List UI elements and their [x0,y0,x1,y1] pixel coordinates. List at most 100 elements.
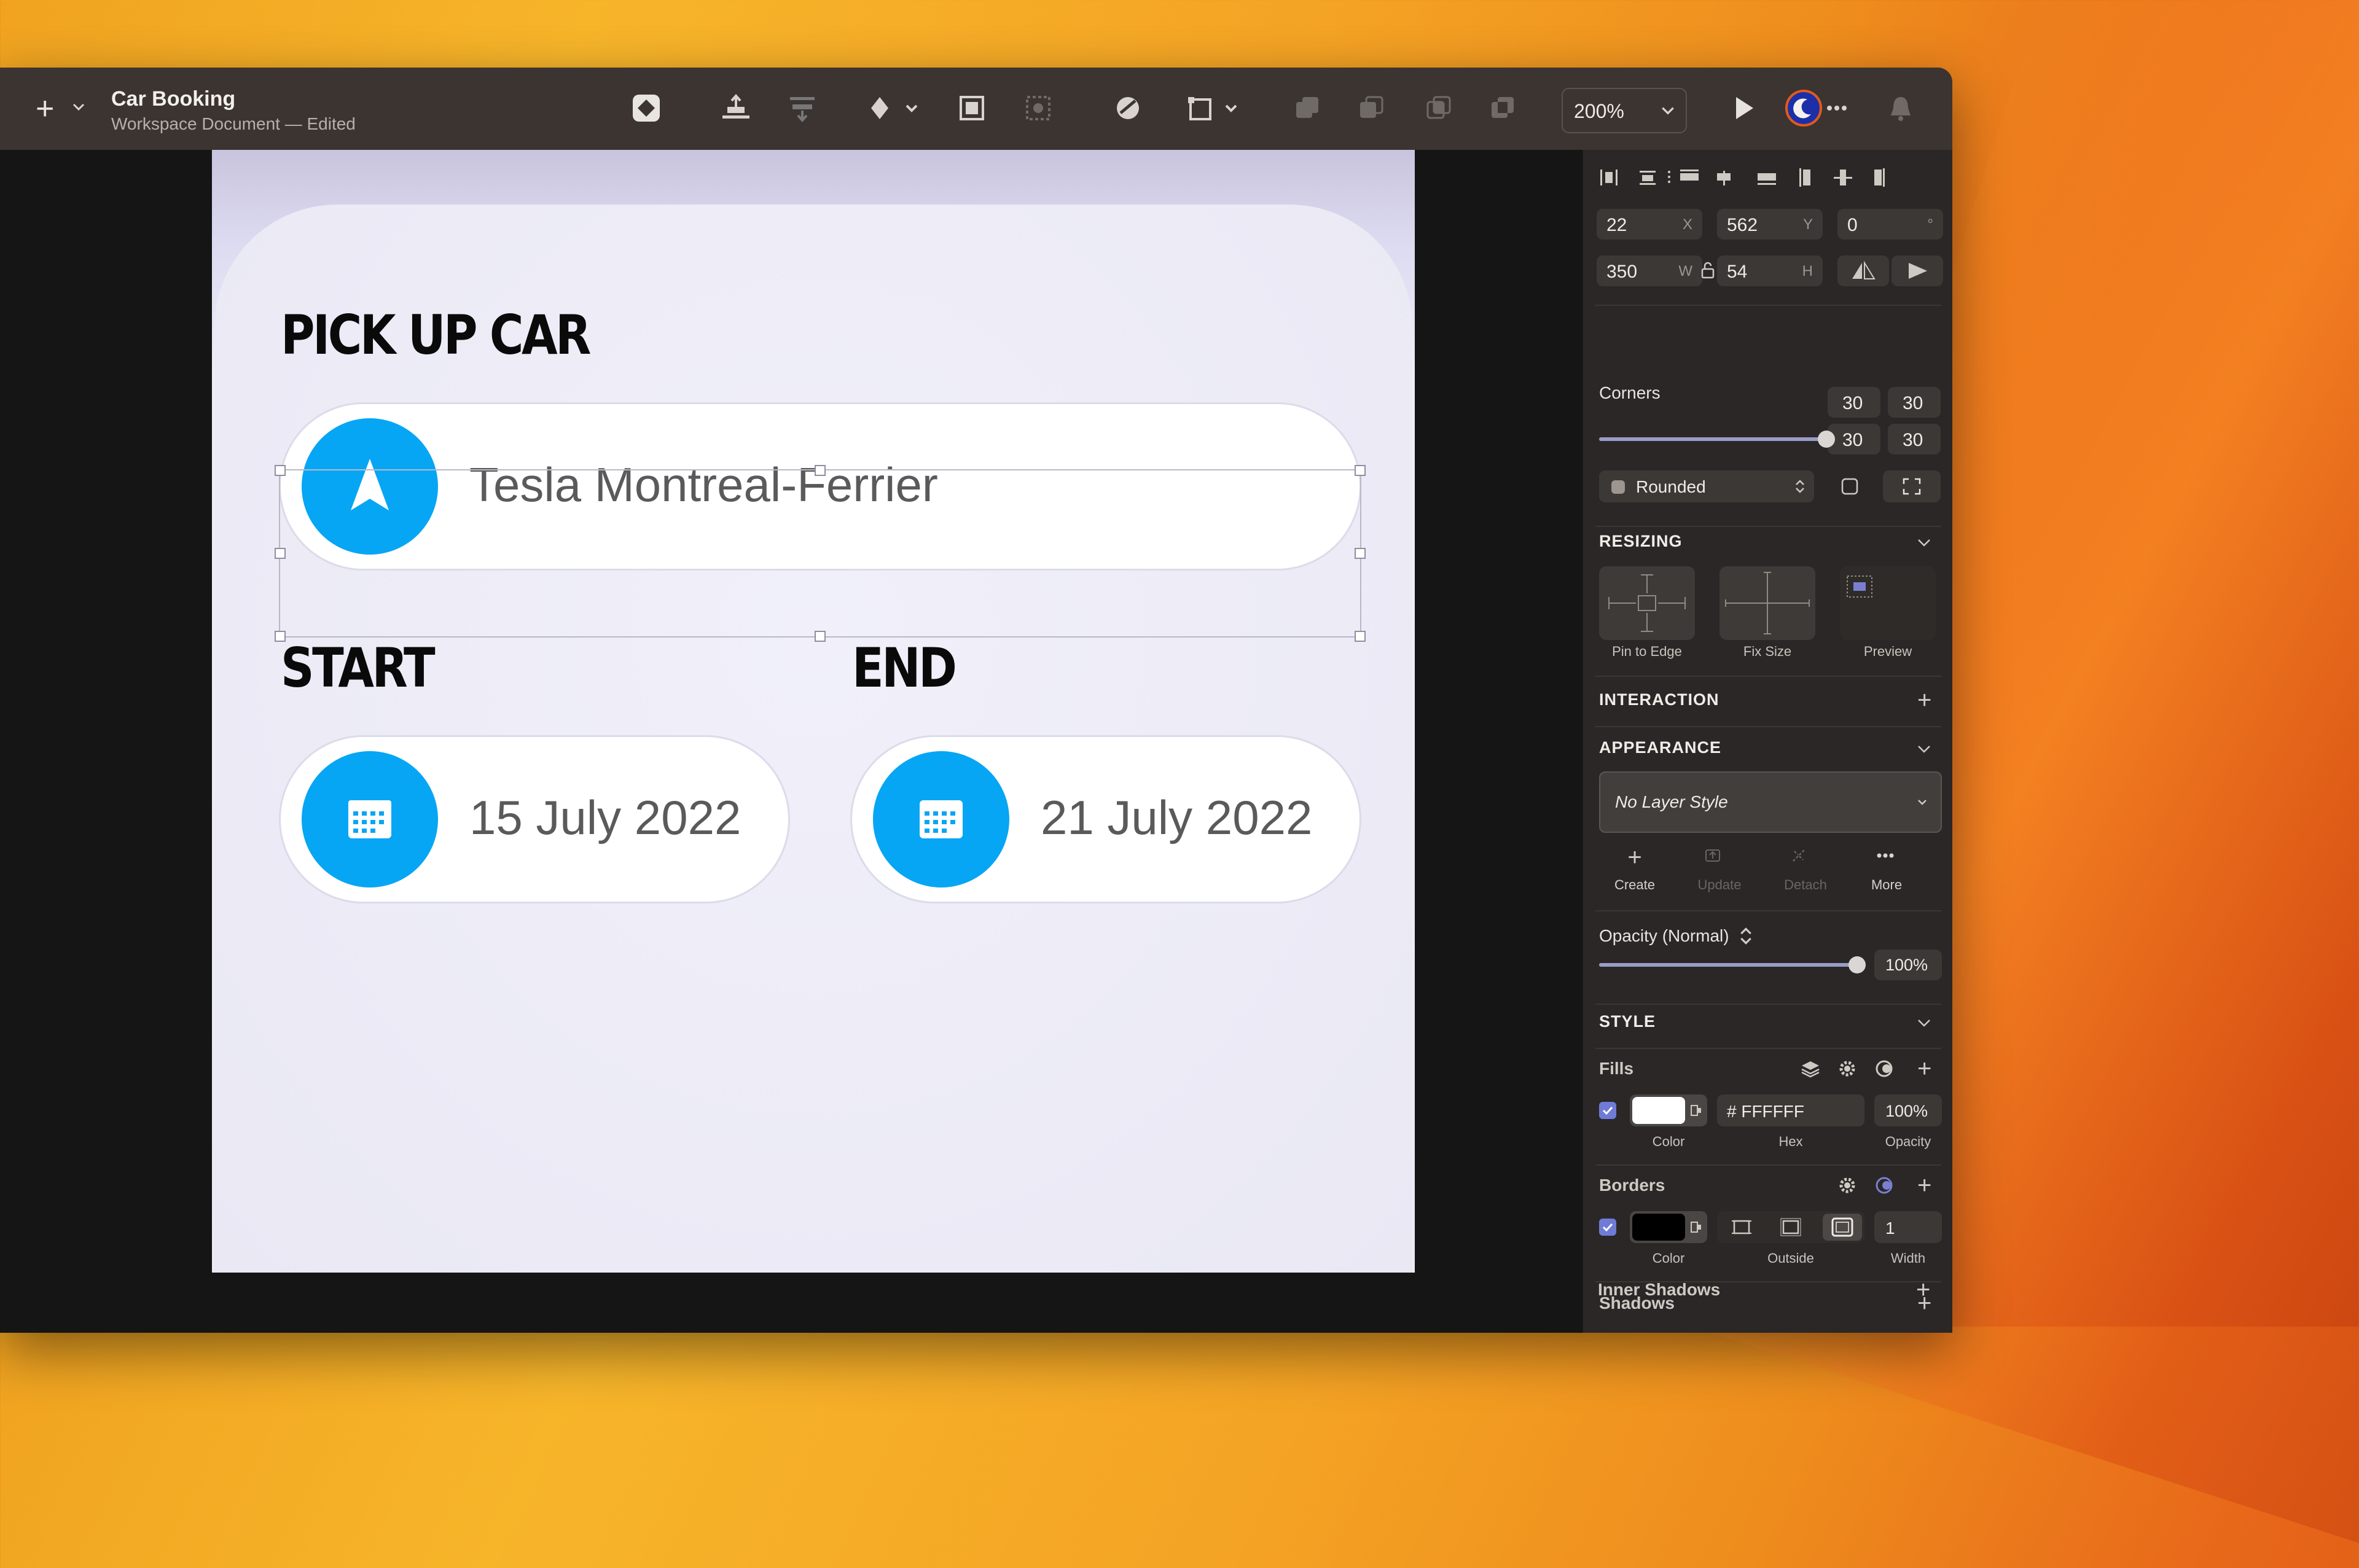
border-enabled-checkbox[interactable] [1599,1219,1616,1236]
flip-vertical-button[interactable] [1892,255,1943,286]
start-date-field[interactable]: 15 July 2022 [281,737,788,902]
border-gear-icon[interactable] [1836,1174,1858,1196]
opacity-slider-fill [1599,963,1857,967]
gear-icon[interactable] [1836,1058,1858,1080]
fill-color-swatch[interactable] [1630,1094,1707,1126]
fix-size-label: Fix Size [1743,644,1792,659]
more-actions-icon[interactable] [1874,846,1896,865]
add-inner-shadow-icon[interactable]: + [1916,1277,1930,1302]
add-interaction-icon[interactable]: + [1917,688,1931,712]
border-outside-option[interactable] [1823,1214,1862,1241]
bell-icon[interactable] [1881,88,1920,128]
start-heading[interactable]: START [281,636,436,700]
y-position-field[interactable]: 562 Y [1717,209,1823,240]
corners-slider[interactable] [1599,431,1835,448]
border-color-picker-icon [1691,1222,1701,1233]
corner-tr-value: 30 [1903,393,1923,413]
zoom-select[interactable]: 200% [1562,88,1687,133]
fill-hex-field[interactable]: # FFFFFF [1717,1094,1864,1126]
width-field[interactable]: 350 W [1597,255,1702,286]
user-avatar[interactable] [1784,88,1823,128]
transform-chevron-down-icon[interactable] [1211,88,1251,128]
preview-button[interactable] [1840,566,1936,640]
x-position-field[interactable]: 22 X [1597,209,1702,240]
opacity-slider-knob[interactable] [1848,956,1866,973]
color-picker-icon [1691,1105,1701,1116]
fill-opacity-value: 100% [1885,1102,1928,1120]
resizing-chevron-down-icon[interactable] [1915,533,1933,552]
border-center-icon[interactable] [1729,1217,1754,1237]
create-style-icon[interactable]: + [1615,844,1654,872]
alignment-toolbar [1597,165,1941,189]
corners-slider-knob[interactable] [1818,431,1835,448]
add-border-icon[interactable]: + [1917,1173,1931,1198]
divider [1595,726,1941,727]
insert-plus-icon[interactable]: + [36,93,54,125]
end-date-field[interactable]: 21 July 2022 [852,737,1359,902]
border-width-field[interactable]: 1 [1874,1211,1942,1243]
width-value: 350 [1606,262,1638,282]
union-icon[interactable] [1288,88,1327,128]
fix-size-button[interactable] [1719,566,1815,640]
height-field[interactable]: 54 H [1717,255,1823,286]
fill-opacity-field[interactable]: 100% [1874,1094,1942,1126]
vector-chevron-down-icon[interactable] [892,88,931,128]
opacity-field[interactable]: 100% [1874,950,1942,980]
calendar-icon [302,751,438,887]
layer-style-select[interactable]: No Layer Style [1599,771,1942,833]
independent-corners-toggle[interactable] [1883,470,1941,502]
rotation-field[interactable]: 0 ° [1837,209,1943,240]
corner-tl-field[interactable]: 30 [1828,387,1880,418]
style-chevron-down-icon[interactable] [1915,1013,1933,1032]
border-inside-icon[interactable] [1778,1217,1803,1237]
create-label: Create [1614,877,1656,892]
fill-hex-caption: Hex [1778,1134,1803,1149]
opacity-slider[interactable] [1599,956,1866,973]
border-color-swatch[interactable] [1630,1211,1707,1243]
fill-enabled-checkbox[interactable] [1599,1102,1616,1119]
fills-label: Fills [1599,1059,1634,1078]
lock-ratio-icon[interactable] [1700,260,1716,283]
tint-icon[interactable] [1873,1058,1895,1080]
flip-horizontal-button[interactable] [1837,255,1889,286]
mask-icon[interactable] [1019,88,1058,128]
insert-chevron-down-icon[interactable] [71,99,86,117]
corner-br-field[interactable]: 30 [1888,424,1941,454]
intersect-icon[interactable] [1419,88,1458,128]
layers-icon[interactable] [1799,1058,1821,1080]
add-fill-icon[interactable]: + [1917,1056,1931,1081]
boolean-icon[interactable] [1108,88,1148,128]
appearance-chevron-down-icon[interactable] [1915,739,1933,758]
frame-icon[interactable] [952,88,992,128]
play-icon[interactable] [1724,88,1763,128]
difference-icon[interactable] [1483,88,1522,128]
border-position-segmented[interactable] [1717,1211,1864,1243]
divider [1595,910,1941,911]
symbol-icon[interactable] [627,88,666,128]
pin-to-edge-button[interactable] [1599,566,1695,640]
more-options-icon[interactable] [1818,88,1858,128]
distribute-icon[interactable] [783,88,822,128]
corner-bl-value: 30 [1842,430,1863,450]
corner-bl-field[interactable]: 30 [1828,424,1880,454]
align-bottom-icon[interactable] [716,88,756,128]
corner-style-select[interactable]: Rounded [1599,470,1814,502]
detach-style-icon[interactable] [1790,846,1808,865]
corner-tr-field[interactable]: 30 [1888,387,1941,418]
subtract-icon[interactable] [1352,88,1391,128]
smooth-corners-toggle[interactable] [1821,470,1878,502]
rotation-unit: ° [1927,216,1933,233]
pin-to-edge-icon [1608,574,1686,632]
update-style-icon[interactable] [1704,846,1722,865]
fix-size-icon [1725,572,1810,634]
pickup-heading[interactable]: PICK UP CAR [281,303,591,367]
blend-mode-updown-icon[interactable] [1738,925,1754,947]
document-title[interactable]: Car Booking [111,87,235,111]
detach-label: Detach [1784,877,1827,892]
opacity-label[interactable]: Opacity (Normal) [1599,926,1729,946]
end-heading[interactable]: END [852,636,957,700]
canvas[interactable]: PICK UP CAR Tesla Montreal-Ferrier START… [0,150,1582,1333]
pickup-location-field[interactable]: Tesla Montreal-Ferrier [281,404,1359,569]
artboard[interactable]: PICK UP CAR Tesla Montreal-Ferrier START… [212,150,1415,1273]
border-tint-icon[interactable] [1873,1174,1895,1196]
